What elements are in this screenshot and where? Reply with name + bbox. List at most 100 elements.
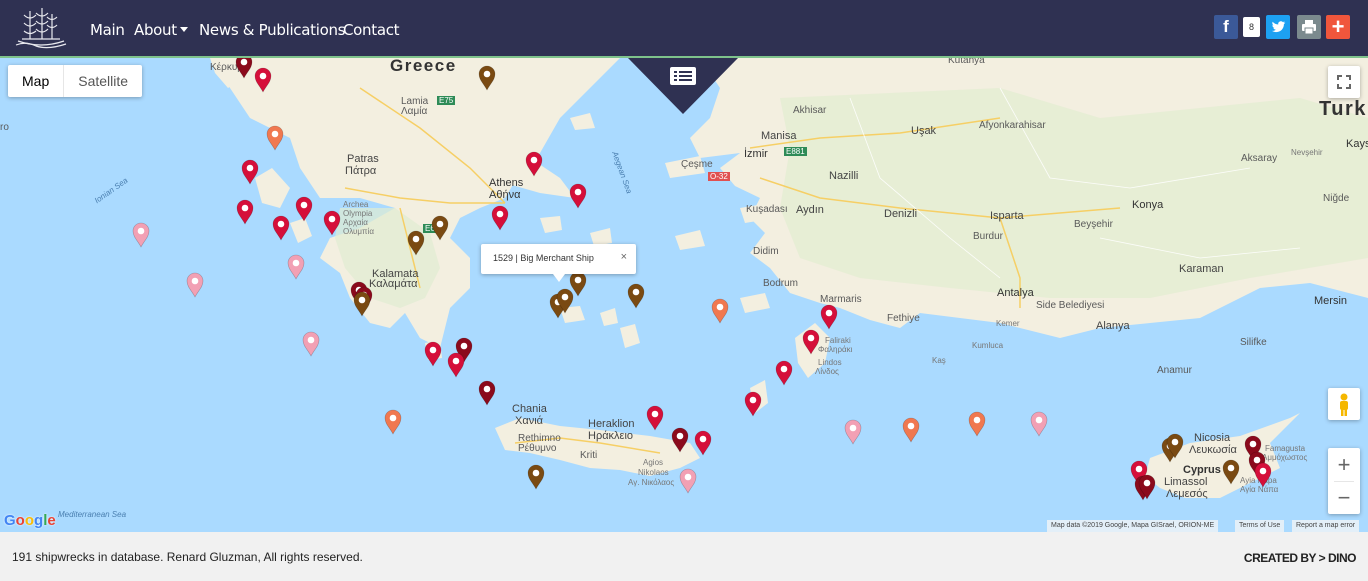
shipwreck-marker[interactable]	[1222, 459, 1240, 485]
nav-news-link[interactable]: News & Publications	[199, 21, 346, 39]
marker-pin-hole	[632, 288, 640, 296]
shipwreck-marker[interactable]	[241, 159, 259, 185]
footer-copyright: 191 shipwrecks in database. Renard Gluzm…	[12, 550, 363, 564]
marker-pin-hole	[1135, 465, 1143, 473]
close-icon[interactable]: ×	[621, 251, 627, 263]
marker-pin-hole	[1259, 467, 1267, 475]
marker-pin-icon	[844, 419, 862, 445]
marker-pin-icon	[627, 283, 645, 309]
shipwreck-marker[interactable]	[525, 151, 543, 177]
marker-pin-hole	[259, 72, 267, 80]
marker-pin-hole	[749, 396, 757, 404]
terms-link[interactable]: Terms of Use	[1235, 520, 1285, 532]
marker-pin-hole	[436, 220, 444, 228]
shipwreck-marker[interactable]	[295, 196, 313, 222]
marker-pin-icon	[478, 380, 496, 406]
marker-pin-icon	[711, 298, 729, 324]
footer-credit[interactable]: CREATED BY > DINO	[1244, 551, 1357, 565]
nav-about-dropdown[interactable]: About	[134, 21, 188, 39]
google-logo[interactable]: Google	[4, 512, 56, 529]
shipwreck-map[interactable]: Map Satellite + − Greece Turk Κέρκυρα ro…	[0, 58, 1368, 532]
marker-pin-hole	[907, 422, 915, 430]
shipwreck-marker[interactable]	[646, 405, 664, 431]
marker-pin-icon	[186, 272, 204, 298]
shipwreck-marker[interactable]	[323, 210, 341, 236]
marker-pin-icon	[132, 222, 150, 248]
ship-logo-icon[interactable]	[12, 5, 70, 51]
shipwreck-marker[interactable]	[353, 291, 371, 317]
shipwreck-marker[interactable]	[287, 254, 305, 280]
shipwreck-marker[interactable]	[711, 298, 729, 324]
shipwreck-marker[interactable]	[478, 65, 496, 91]
marker-pin-hole	[271, 130, 279, 138]
shipwreck-marker[interactable]	[447, 352, 465, 378]
report-error-link[interactable]: Report a map error	[1292, 520, 1360, 532]
shipwreck-marker[interactable]	[302, 331, 320, 357]
marker-pin-hole	[532, 469, 540, 477]
shipwreck-marker[interactable]	[407, 230, 425, 256]
marker-pin-icon	[902, 417, 920, 443]
shipwreck-marker[interactable]	[968, 411, 986, 437]
nav-contact-link[interactable]: Contact	[343, 21, 400, 39]
shipwreck-marker[interactable]	[744, 391, 762, 417]
nav-main-link[interactable]: Main	[90, 21, 125, 39]
shipwreck-marker[interactable]	[235, 58, 253, 79]
marker-pin-hole	[1227, 464, 1235, 472]
marker-pin-icon	[302, 331, 320, 357]
shipwreck-marker[interactable]	[671, 427, 689, 453]
shipwreck-marker[interactable]	[424, 341, 442, 367]
twitter-icon[interactable]	[1266, 15, 1290, 39]
shipwreck-marker[interactable]	[1254, 462, 1272, 488]
marker-pin-icon	[525, 151, 543, 177]
facebook-icon[interactable]: f	[1214, 15, 1238, 39]
shipwreck-marker[interactable]	[478, 380, 496, 406]
marker-pin-icon	[569, 271, 587, 297]
shipwreck-marker[interactable]	[694, 430, 712, 456]
print-icon[interactable]	[1297, 15, 1321, 39]
shipwreck-marker[interactable]	[384, 409, 402, 435]
marker-pin-hole	[825, 309, 833, 317]
shipwreck-marker[interactable]	[1030, 411, 1048, 437]
shipwreck-marker[interactable]	[820, 304, 838, 330]
shipwreck-marker[interactable]	[679, 468, 697, 494]
shipwreck-marker[interactable]	[186, 272, 204, 298]
marker-pin-hole	[973, 416, 981, 424]
shipwreck-marker[interactable]	[844, 419, 862, 445]
shipwreck-marker[interactable]	[266, 125, 284, 151]
shipwreck-marker[interactable]	[775, 360, 793, 386]
shipwreck-marker[interactable]	[236, 199, 254, 225]
shipwreck-marker[interactable]	[627, 283, 645, 309]
shipwreck-marker[interactable]	[569, 183, 587, 209]
marker-pin-hole	[716, 303, 724, 311]
marker-pin-hole	[849, 424, 857, 432]
marker-pin-hole	[460, 342, 468, 350]
nav-about-label: About	[134, 21, 177, 39]
map-attribution: Map data ©2019 Google, Mapa GISrael, ORI…	[1047, 520, 1219, 532]
shipwreck-marker[interactable]	[569, 271, 587, 297]
marker-pin-hole	[137, 227, 145, 235]
marker-pin-hole	[574, 276, 582, 284]
shipwreck-marker[interactable]	[254, 67, 272, 93]
shipwreck-marker[interactable]	[802, 329, 820, 355]
marker-pin-hole	[807, 334, 815, 342]
caret-down-icon	[179, 26, 188, 32]
marker-pin-hole	[699, 435, 707, 443]
marker-pin-hole	[530, 156, 538, 164]
shipwreck-marker[interactable]	[902, 417, 920, 443]
marker-pin-icon	[1222, 459, 1240, 485]
marker-pin-hole	[483, 70, 491, 78]
shipwreck-marker[interactable]	[431, 215, 449, 241]
marker-info-window: 1529 | Big Merchant Ship ×	[481, 244, 636, 282]
shipwreck-marker[interactable]	[527, 464, 545, 490]
marker-pin-hole	[389, 414, 397, 422]
plus-icon[interactable]: +	[1326, 15, 1350, 39]
info-window-title[interactable]: 1529 | Big Merchant Ship	[493, 253, 594, 263]
share-count-badge: 8	[1243, 17, 1260, 37]
shipwreck-marker[interactable]	[132, 222, 150, 248]
marker-pin-hole	[240, 58, 248, 66]
marker-pin-hole	[452, 357, 460, 365]
shipwreck-markers	[132, 58, 1272, 501]
shipwreck-marker[interactable]	[272, 215, 290, 241]
shipwreck-marker[interactable]	[491, 205, 509, 231]
marker-pin-hole	[676, 432, 684, 440]
